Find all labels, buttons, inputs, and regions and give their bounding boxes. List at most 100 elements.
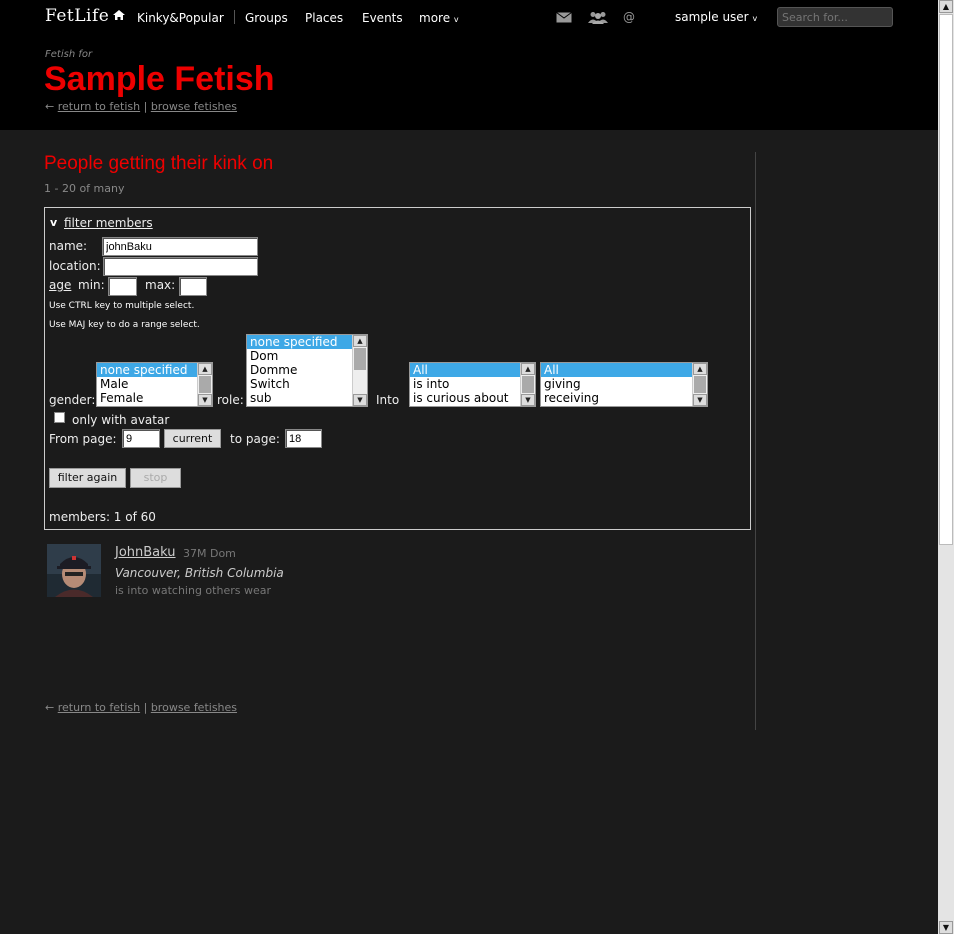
nav-groups[interactable]: Groups [245, 11, 288, 25]
page-title: Sample Fetish [44, 60, 275, 98]
location-label: location: [49, 259, 101, 273]
scroll-thumb[interactable] [694, 376, 706, 393]
bottom-breadcrumb: ← return to fetish | browse fetishes [45, 701, 237, 714]
scroll-up-icon[interactable]: ▲ [521, 363, 535, 375]
mail-icon[interactable] [556, 12, 572, 23]
chevron-down-icon: v [752, 14, 758, 23]
role-option[interactable]: Switch [247, 377, 367, 391]
home-icon[interactable] [112, 9, 126, 21]
left-arrow-icon: ← [45, 701, 55, 714]
fetlife-logo[interactable]: FetLife [45, 6, 109, 26]
browse-fetishes-link[interactable]: browse fetishes [151, 701, 237, 714]
role-select[interactable]: none specified Dom Domme Switch sub ▲ ▼ [246, 334, 368, 407]
scroll-down-icon[interactable]: ▼ [353, 394, 367, 406]
member-meta: 37M Dom [183, 547, 236, 560]
nav-kinky-popular[interactable]: Kinky&Popular [137, 11, 224, 25]
at-icon[interactable]: @ [623, 10, 635, 24]
friends-icon[interactable] [587, 11, 609, 24]
maj-hint: Use MAJ key to do a range select. [49, 320, 200, 330]
mode-option[interactable]: receiving [541, 391, 707, 405]
scrollbar[interactable]: ▲ ▼ [520, 363, 535, 406]
into-label: Into [376, 393, 400, 407]
section-title: People getting their kink on [44, 153, 274, 174]
fetish-for-label: Fetish for [45, 49, 93, 60]
avatar-checkbox-label: only with avatar [72, 413, 170, 427]
gender-label: gender: [49, 393, 96, 407]
filter-members-toggle[interactable]: filter members [64, 216, 153, 230]
collapse-icon[interactable]: v [50, 216, 57, 229]
to-page-field[interactable] [285, 429, 322, 448]
nav-places[interactable]: Places [305, 11, 343, 25]
into-option[interactable]: is curious about [410, 391, 535, 405]
scrollbar[interactable]: ▲ ▼ [197, 363, 212, 406]
breadcrumb-separator: | [143, 100, 148, 113]
filter-again-button[interactable]: filter again [49, 468, 126, 488]
avatar-checkbox[interactable] [54, 412, 65, 423]
location-field[interactable] [103, 257, 258, 276]
role-option[interactable]: Dom [247, 349, 367, 363]
scroll-thumb[interactable] [199, 376, 211, 393]
scroll-thumb[interactable] [354, 348, 366, 370]
gender-option[interactable]: none specified [97, 363, 212, 377]
age-max-field[interactable] [179, 277, 207, 296]
member-name-link[interactable]: JohnBaku [115, 545, 176, 560]
scroll-thumb[interactable] [522, 376, 534, 393]
user-menu[interactable]: sample user v [675, 10, 757, 24]
top-header: FetLife Kinky&Popular Groups Places Even… [0, 0, 938, 130]
gender-option[interactable]: Female [97, 391, 212, 405]
result-count: 1 - 20 of many [44, 182, 125, 195]
gender-select[interactable]: none specified Male Female ▲ ▼ [96, 362, 213, 407]
nav-more[interactable]: more v [419, 11, 459, 25]
role-option[interactable]: Domme [247, 363, 367, 377]
gender-option[interactable]: Male [97, 377, 212, 391]
role-label: role: [217, 393, 244, 407]
stop-button[interactable]: stop [130, 468, 181, 488]
scroll-down-icon[interactable]: ▼ [939, 921, 953, 934]
nav-divider [234, 10, 235, 24]
into-option[interactable]: All [410, 363, 535, 377]
from-page-field[interactable] [122, 429, 160, 448]
scroll-down-icon[interactable]: ▼ [693, 394, 707, 406]
role-option[interactable]: sub [247, 391, 367, 405]
scroll-down-icon[interactable]: ▼ [521, 394, 535, 406]
age-label[interactable]: age [49, 278, 71, 292]
member-into: is into watching others wear [115, 584, 271, 597]
scroll-down-icon[interactable]: ▼ [198, 394, 212, 406]
return-to-fetish-link[interactable]: return to fetish [58, 701, 140, 714]
search-input[interactable] [777, 7, 893, 27]
scrollbar[interactable]: ▲ ▼ [692, 363, 707, 406]
page-scrollbar[interactable]: ▲ ▼ [938, 0, 954, 934]
filter-panel: v filter members name: location: age min… [44, 207, 751, 530]
return-to-fetish-link[interactable]: return to fetish [58, 100, 140, 113]
to-page-label: to page: [230, 432, 280, 446]
into-option[interactable]: is into [410, 377, 535, 391]
into-select[interactable]: All is into is curious about ▲ ▼ [409, 362, 536, 407]
scroll-thumb[interactable] [939, 14, 953, 545]
ctrl-hint: Use CTRL key to multiple select. [49, 301, 195, 311]
name-label: name: [49, 239, 88, 253]
mode-option[interactable]: giving [541, 377, 707, 391]
scroll-up-icon[interactable]: ▲ [353, 335, 367, 347]
member-location: Vancouver, British Columbia [115, 566, 284, 580]
scroll-up-icon[interactable]: ▲ [693, 363, 707, 375]
chevron-down-icon: v [453, 15, 459, 24]
column-divider [755, 152, 756, 730]
giving-receiving-select[interactable]: All giving receiving ▲ ▼ [540, 362, 708, 407]
from-page-label: From page: [49, 432, 117, 446]
age-max-label: max: [145, 278, 176, 292]
name-field[interactable] [102, 237, 258, 256]
scroll-up-icon[interactable]: ▲ [198, 363, 212, 375]
members-count: members: 1 of 60 [49, 510, 156, 524]
current-button[interactable]: current [164, 429, 221, 448]
mode-option[interactable]: All [541, 363, 707, 377]
scroll-up-icon[interactable]: ▲ [939, 0, 953, 13]
role-option[interactable]: none specified [247, 335, 367, 349]
browse-fetishes-link[interactable]: browse fetishes [151, 100, 237, 113]
scrollbar[interactable]: ▲ ▼ [352, 335, 367, 406]
nav-events[interactable]: Events [362, 11, 403, 25]
user-name: sample user [675, 10, 749, 24]
avatar[interactable] [47, 544, 101, 597]
nav-more-label: more [419, 11, 451, 25]
age-min-field[interactable] [108, 277, 137, 296]
breadcrumb: ← return to fetish | browse fetishes [45, 100, 237, 113]
